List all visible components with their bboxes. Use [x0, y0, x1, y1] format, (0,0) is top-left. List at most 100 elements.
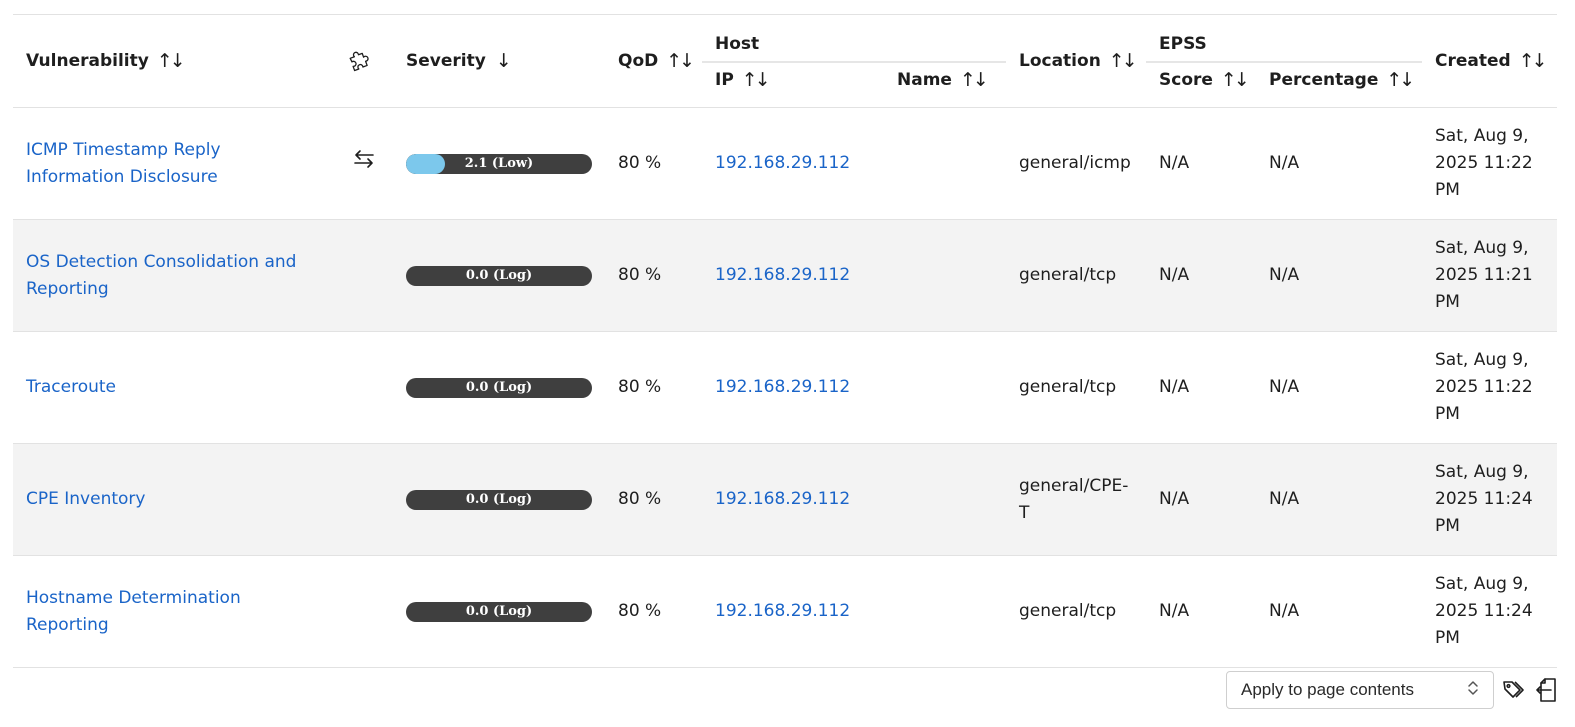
sort-icon[interactable]: ↑↓	[1109, 50, 1138, 72]
host-name-cell	[884, 443, 1006, 556]
delta-cell	[343, 219, 393, 332]
host-ip-link[interactable]: 192.168.29.112	[715, 265, 850, 285]
ip-cell: 192.168.29.112	[702, 443, 884, 556]
severity-label: 0.0 (Log)	[465, 379, 533, 395]
epss-score-cell: N/A	[1146, 219, 1256, 332]
location-cell: general/tcp	[1006, 331, 1146, 444]
sort-icon[interactable]: ↑↓	[666, 50, 695, 72]
ip-cell: 192.168.29.112	[702, 107, 884, 220]
severity-bar: 0.0 (Log)	[406, 601, 592, 622]
severity-bar: 0.0 (Log)	[406, 489, 592, 510]
delta-cell	[343, 107, 393, 220]
severity-cell: 0.0 (Log)	[393, 443, 605, 556]
vulnerability-cell: CPE Inventory	[13, 443, 343, 556]
column-header-solution-type	[343, 14, 393, 108]
host-ip-link[interactable]: 192.168.29.112	[715, 377, 850, 397]
column-header-ip[interactable]: IP ↑↓	[702, 62, 884, 108]
select-updown-icon	[1467, 679, 1479, 702]
epss-percentage-cell: N/A	[1256, 107, 1423, 220]
epss-score-cell: N/A	[1146, 331, 1256, 444]
sort-icon[interactable]: ↑↓	[1221, 69, 1250, 91]
severity-label: 0.0 (Log)	[465, 267, 533, 283]
ip-cell: 192.168.29.112	[702, 219, 884, 332]
location-cell: general/CPE- T	[1006, 443, 1146, 556]
puzzle-icon	[347, 51, 373, 77]
ip-cell: 192.168.29.112	[702, 331, 884, 444]
export-icon[interactable]	[1536, 677, 1560, 703]
severity-label: 2.1 (Low)	[464, 155, 534, 171]
table-row: Hostname Determination Reporting 0.0 (Log…	[13, 555, 1558, 668]
severity-cell: 0.0 (Log)	[393, 219, 605, 332]
vulnerability-link[interactable]: Hostname Determination Reporting	[26, 588, 241, 635]
qod-cell: 80 %	[605, 107, 702, 220]
column-header-created[interactable]: Created ↑↓	[1422, 14, 1558, 108]
host-ip-link[interactable]: 192.168.29.112	[715, 601, 850, 621]
created-cell: Sat, Aug 9, 2025 11:21 PM	[1422, 219, 1558, 332]
vulnerability-cell: Traceroute	[13, 331, 343, 444]
column-header-name[interactable]: Name ↑↓	[884, 62, 1006, 108]
created-cell: Sat, Aug 9, 2025 11:24 PM	[1422, 555, 1558, 668]
epss-score-cell: N/A	[1146, 107, 1256, 220]
host-name-cell	[884, 219, 1006, 332]
column-header-severity[interactable]: Severity ↓	[393, 14, 605, 108]
bulk-action-select[interactable]: Apply to page contents	[1226, 671, 1494, 709]
severity-cell: 0.0 (Log)	[393, 331, 605, 444]
severity-cell: 2.1 (Low)	[393, 107, 605, 220]
column-header-epss-percentage[interactable]: Percentage ↑↓	[1256, 62, 1423, 108]
location-cell: general/tcp	[1006, 555, 1146, 668]
column-group-host: Host	[702, 14, 1006, 63]
qod-cell: 80 %	[605, 219, 702, 332]
epss-score-cell: N/A	[1146, 555, 1256, 668]
tag-icon[interactable]	[1502, 678, 1528, 702]
severity-bar: 0.0 (Log)	[406, 377, 592, 398]
vulnerability-link[interactable]: OS Detection Consolidation and Reporting	[26, 252, 296, 299]
created-cell: Sat, Aug 9, 2025 11:22 PM	[1422, 107, 1558, 220]
created-cell: Sat, Aug 9, 2025 11:24 PM	[1422, 443, 1558, 556]
severity-cell: 0.0 (Log)	[393, 555, 605, 668]
host-ip-link[interactable]: 192.168.29.112	[715, 153, 850, 173]
host-ip-link[interactable]: 192.168.29.112	[715, 489, 850, 509]
vulnerability-cell: ICMP Timestamp Reply Information Disclosu…	[13, 107, 343, 220]
column-header-epss-score[interactable]: Score ↑↓	[1146, 62, 1256, 108]
column-header-vulnerability[interactable]: Vulnerability ↑↓	[13, 14, 343, 108]
arrow-down-icon[interactable]: ↓	[496, 50, 512, 72]
severity-bar: 0.0 (Log)	[406, 265, 592, 286]
vulnerability-link[interactable]: Traceroute	[26, 377, 116, 397]
sort-icon[interactable]: ↑↓	[157, 50, 186, 72]
delta-cell	[343, 443, 393, 556]
vulnerability-link[interactable]: ICMP Timestamp Reply Information Disclosu…	[26, 140, 221, 187]
epss-percentage-cell: N/A	[1256, 443, 1423, 556]
severity-bar: 2.1 (Low)	[406, 153, 592, 174]
bulk-action-select-value: Apply to page contents	[1241, 680, 1414, 699]
table-body: ICMP Timestamp Reply Information Disclosu…	[13, 107, 1558, 668]
location-cell: general/tcp	[1006, 219, 1146, 332]
sort-icon[interactable]: ↑↓	[1386, 69, 1415, 91]
severity-label: 0.0 (Log)	[465, 491, 533, 507]
epss-percentage-cell: N/A	[1256, 555, 1423, 668]
qod-cell: 80 %	[605, 331, 702, 444]
column-header-location[interactable]: Location ↑↓	[1006, 14, 1146, 108]
host-name-cell	[884, 107, 1006, 220]
vulnerability-cell: Hostname Determination Reporting	[13, 555, 343, 668]
table-row: Traceroute 0.0 (Log) 80 % 192.168.29.112…	[13, 331, 1558, 444]
epss-percentage-cell: N/A	[1256, 219, 1423, 332]
results-table: Vulnerability ↑↓ Severity ↓ QoD ↑↓ Host …	[13, 14, 1558, 668]
sort-icon[interactable]: ↑↓	[960, 69, 989, 91]
delta-cell	[343, 331, 393, 444]
swap-arrows-icon	[351, 150, 377, 175]
column-group-epss: EPSS	[1146, 14, 1423, 63]
vulnerability-link[interactable]: CPE Inventory	[26, 489, 145, 509]
table-row: OS Detection Consolidation and Reporting …	[13, 219, 1558, 332]
epss-score-cell: N/A	[1146, 443, 1256, 556]
delta-cell	[343, 555, 393, 668]
ip-cell: 192.168.29.112	[702, 555, 884, 668]
table-header: Vulnerability ↑↓ Severity ↓ QoD ↑↓ Host …	[13, 14, 1558, 108]
sort-icon[interactable]: ↑↓	[1519, 50, 1548, 72]
results-page: Vulnerability ↑↓ Severity ↓ QoD ↑↓ Host …	[0, 0, 1575, 727]
vulnerability-cell: OS Detection Consolidation and Reporting	[13, 219, 343, 332]
host-name-cell	[884, 331, 1006, 444]
epss-percentage-cell: N/A	[1256, 331, 1423, 444]
table-row: ICMP Timestamp Reply Information Disclosu…	[13, 107, 1558, 220]
column-header-qod[interactable]: QoD ↑↓	[605, 14, 702, 108]
sort-icon[interactable]: ↑↓	[742, 69, 771, 91]
